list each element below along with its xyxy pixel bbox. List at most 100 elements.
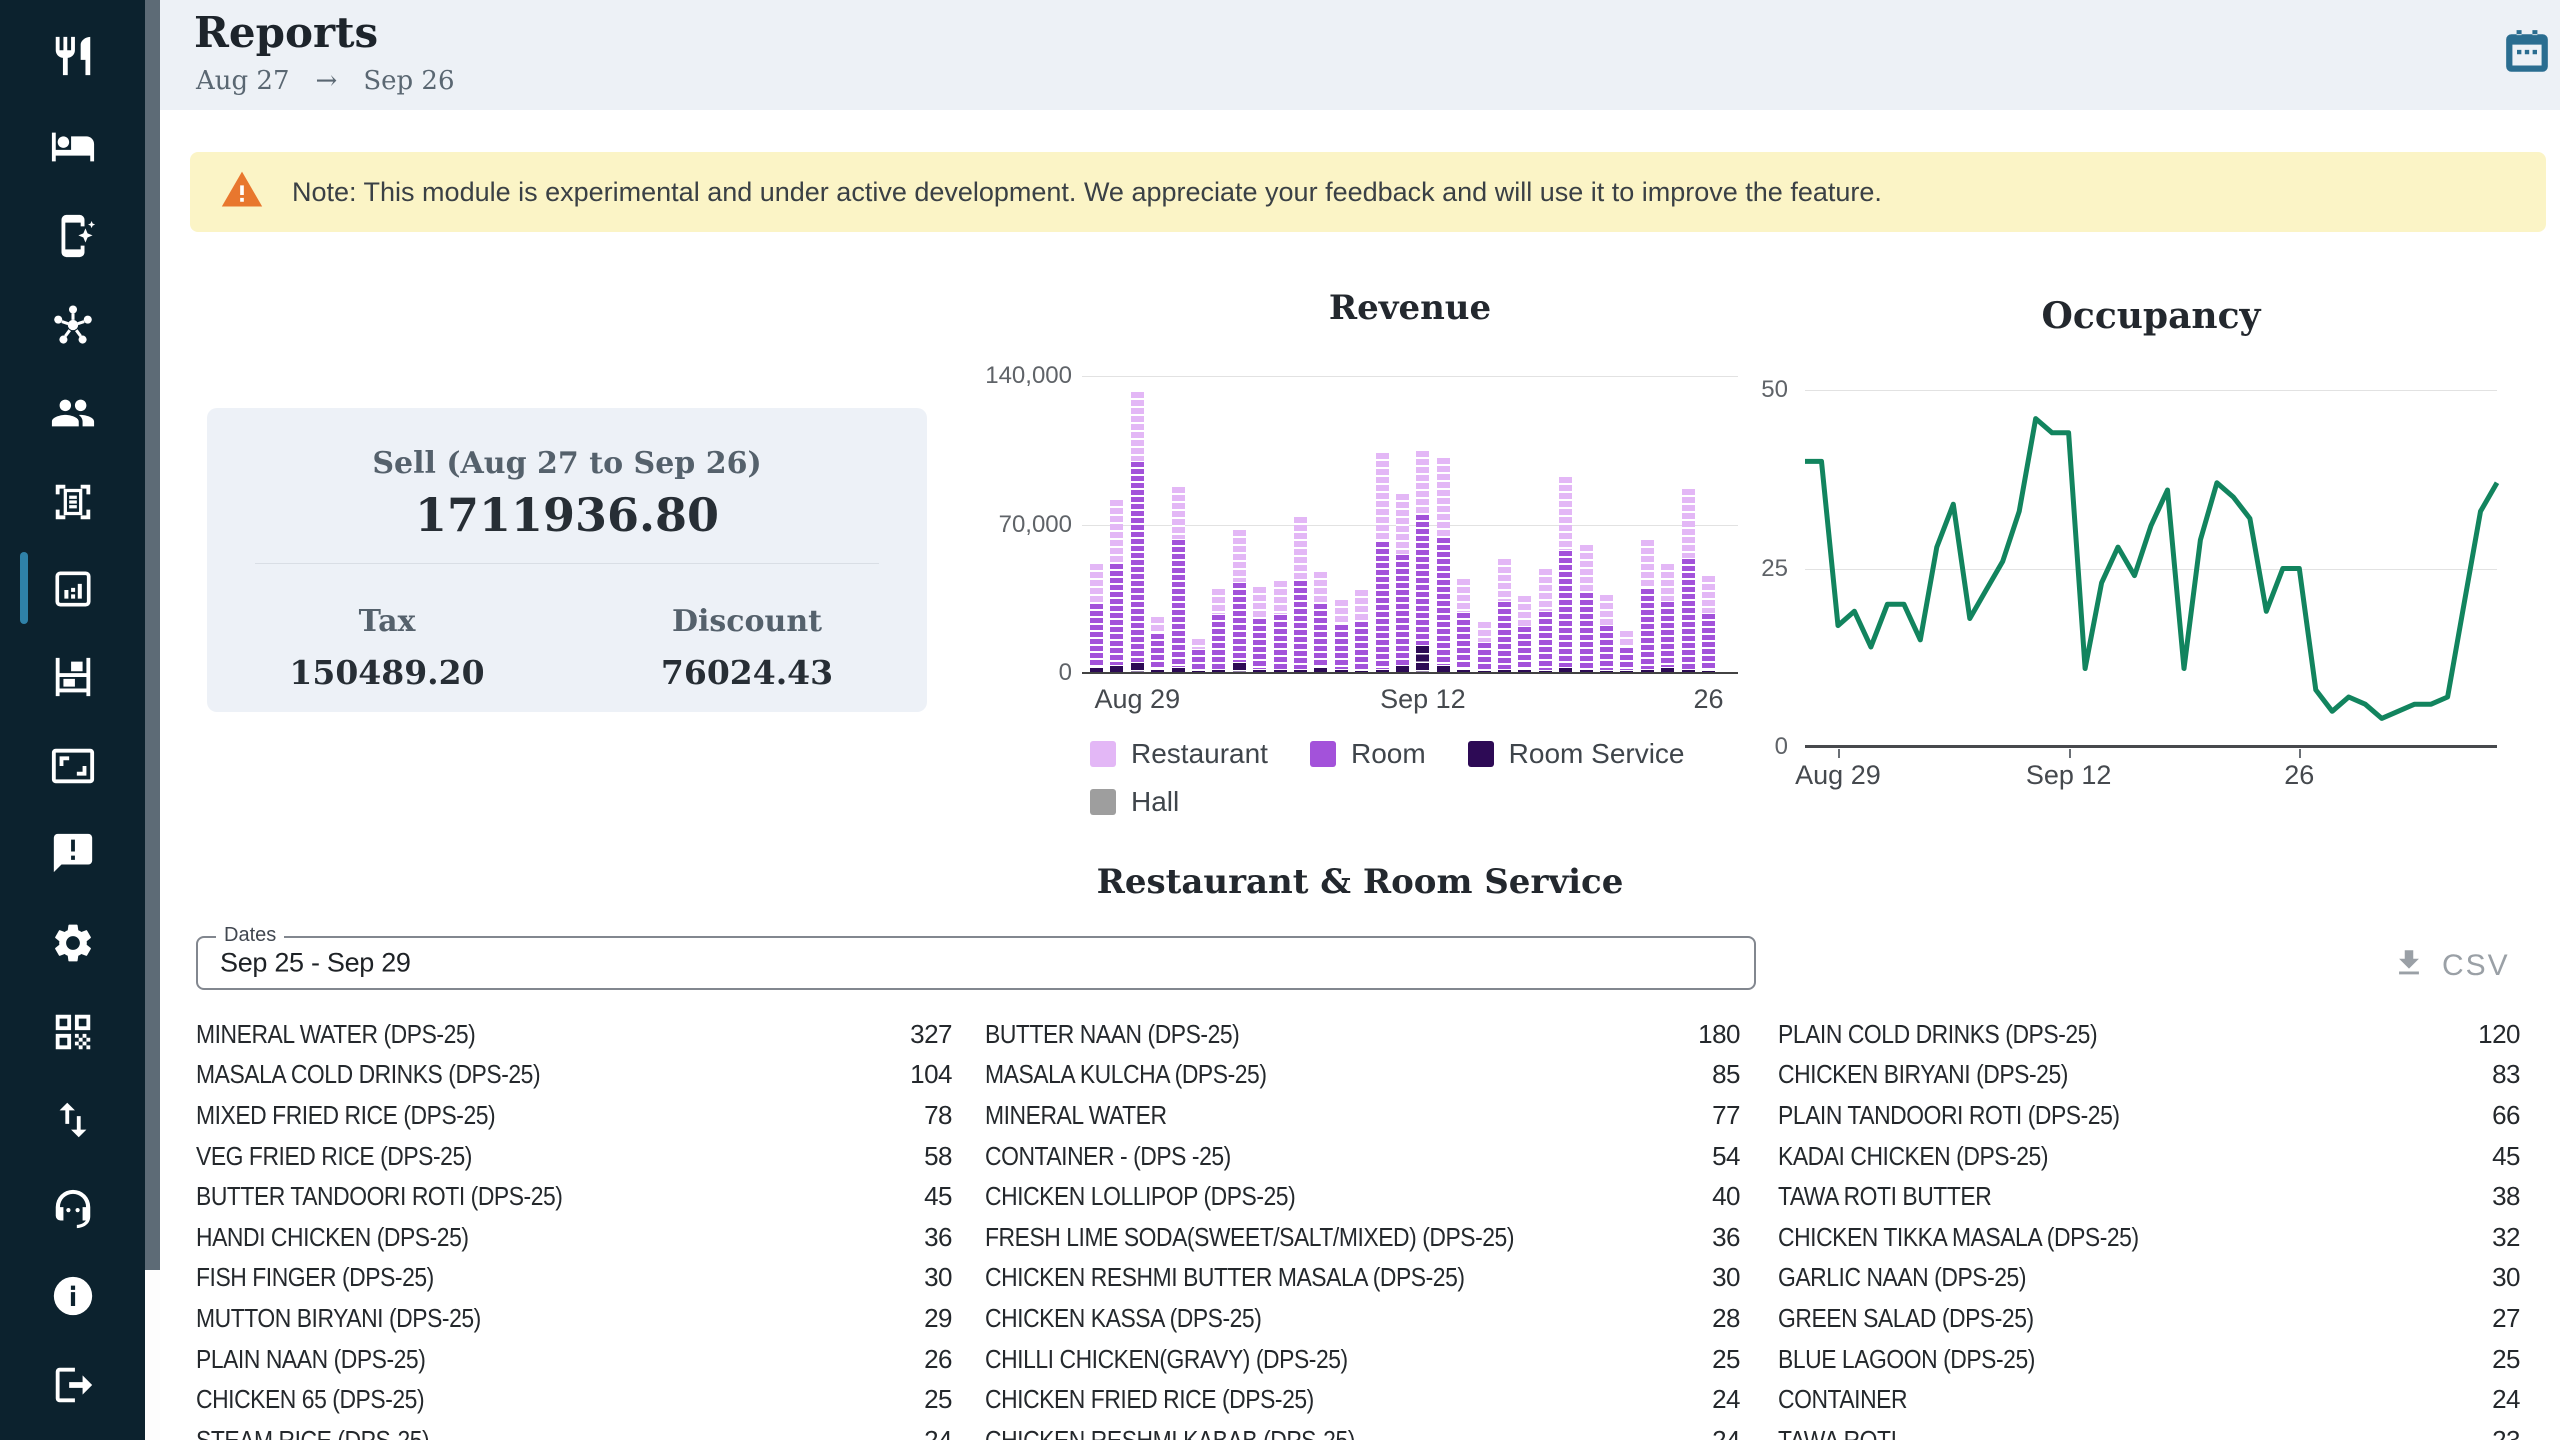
sidebar-item-qr-code[interactable]: [0, 990, 145, 1078]
list-item: CHICKEN 65 (DPS-25)25: [196, 1379, 952, 1420]
legend-item-room-service[interactable]: Room Service: [1468, 734, 1685, 774]
bar-segment-room: [1539, 612, 1552, 670]
bar-segment-restaurant: [1478, 622, 1491, 642]
page-scrollbar-thumb[interactable]: [145, 0, 160, 1270]
y-axis-label: 0: [942, 659, 1072, 687]
list-item: GREEN SALAD (DPS-25)27: [1778, 1298, 2520, 1339]
bar-segment-restaurant: [1314, 572, 1327, 603]
legend-item-restaurant[interactable]: Restaurant: [1090, 734, 1268, 774]
list-item: CONTAINER24: [1778, 1379, 2520, 1420]
sidebar-item-people[interactable]: [0, 371, 145, 459]
item-name: MINERAL WATER: [985, 1100, 1625, 1131]
support-headset-icon: [50, 1186, 96, 1237]
item-name: STEAM RICE (DPS-25): [196, 1425, 837, 1440]
bar-segment-room: [1498, 602, 1511, 669]
list-item: CHICKEN LOLLIPOP (DPS-25)40: [985, 1176, 1740, 1217]
sidebar-item-phone-sparkle[interactable]: [0, 194, 145, 282]
bar-segment-room: [1661, 602, 1674, 667]
page-scrollbar-track[interactable]: [145, 0, 160, 1440]
sidebar-item-aspect-ratio[interactable]: [0, 724, 145, 812]
bar-segment-room: [1620, 648, 1633, 670]
bar-segment-restaurant: [1682, 489, 1695, 558]
legend-item-hall[interactable]: Hall: [1090, 782, 1179, 822]
sidebar-item-hotel-bed[interactable]: [0, 104, 145, 192]
legend-swatch: [1090, 789, 1116, 815]
list-item: MINERAL WATER (DPS-25)327: [196, 1014, 952, 1055]
x-axis-tick: [1838, 749, 1840, 758]
sidebar-item-feedback[interactable]: [0, 811, 145, 899]
discount-value: 76024.43: [567, 653, 927, 692]
sidebar-item-shelves[interactable]: [0, 635, 145, 723]
item-quantity: 120: [2478, 1019, 2520, 1050]
sidebar-item-restaurant[interactable]: [0, 14, 145, 102]
bar-segment-room: [1416, 515, 1429, 646]
bar-segment-room: [1274, 615, 1287, 669]
calendar-icon: [2502, 65, 2552, 82]
revenue-bar: [1702, 575, 1715, 673]
sidebar-item-swap-arrows[interactable]: [0, 1078, 145, 1166]
sidebar-item-info[interactable]: [0, 1254, 145, 1342]
bar-segment-restaurant: [1416, 451, 1429, 514]
revenue-bar: [1580, 544, 1593, 673]
occupancy-chart-title: Occupancy: [1805, 295, 2497, 337]
x-axis-label: Aug 29: [1095, 684, 1181, 715]
item-quantity: 38: [2492, 1181, 2520, 1212]
sidebar-item-hub[interactable]: [0, 283, 145, 371]
x-axis-label: Sep 12: [1380, 684, 1466, 715]
legend-swatch: [1468, 741, 1494, 767]
bar-segment-room: [1314, 604, 1327, 667]
item-quantity: 78: [924, 1100, 952, 1131]
sidebar-item-support-headset[interactable]: [0, 1167, 145, 1255]
item-name: PLAIN COLD DRINKS (DPS-25): [1778, 1019, 2394, 1050]
revenue-bar: [1457, 578, 1470, 673]
list-item: TAWA ROTI BUTTER38: [1778, 1176, 2520, 1217]
calendar-button[interactable]: [2502, 28, 2552, 78]
item-quantity: 104: [910, 1059, 952, 1090]
restaurant-icon: [50, 33, 96, 84]
dates-range-input[interactable]: Dates Sep 25 - Sep 29: [196, 936, 1756, 990]
bar-segment-room: [1396, 555, 1409, 664]
item-quantity: 24: [1712, 1425, 1740, 1440]
revenue-bar: [1274, 580, 1287, 673]
legend-swatch: [1310, 741, 1336, 767]
item-quantity: 45: [2492, 1141, 2520, 1172]
bar-segment-restaurant: [1131, 392, 1144, 461]
item-name: CHICKEN FRIED RICE (DPS-25): [985, 1384, 1625, 1415]
sidebar-item-logout[interactable]: [0, 1343, 145, 1431]
reports-page: Reports Aug 27 → Sep 26 Note: This modul…: [0, 0, 2560, 1440]
bar-segment-restaurant: [1559, 477, 1572, 550]
legend-label: Restaurant: [1131, 738, 1268, 770]
revenue-bar: [1110, 499, 1123, 673]
sell-total-value: 1711936.80: [207, 488, 927, 542]
revenue-bar: [1314, 571, 1327, 673]
item-quantity: 25: [924, 1384, 952, 1415]
bar-segment-restaurant: [1090, 564, 1103, 603]
item-name: MUTTON BIRYANI (DPS-25): [196, 1303, 837, 1334]
list-item: PLAIN TANDOORI ROTI (DPS-25)66: [1778, 1095, 2520, 1136]
bar-segment-room: [1253, 619, 1266, 669]
revenue-legend: Restaurant Room Room Service Hall: [1090, 734, 1750, 822]
download-csv-button[interactable]: CSV: [2392, 946, 2510, 985]
items-column-1: MINERAL WATER (DPS-25)327MASALA COLD DRI…: [196, 1014, 952, 1440]
feedback-icon: [50, 830, 96, 881]
item-quantity: 32: [2492, 1222, 2520, 1253]
bar-segment-room: [1518, 627, 1531, 668]
sidebar-item-settings-gear[interactable]: [0, 901, 145, 989]
sidebar-item-analytics[interactable]: [0, 547, 145, 635]
item-name: BUTTER NAAN (DPS-25): [985, 1019, 1613, 1050]
download-icon: [2392, 946, 2426, 985]
list-item: FRESH LIME SODA(SWEET/SALT/MIXED) (DPS-2…: [985, 1217, 1740, 1258]
header-date-range: Aug 27 → Sep 26: [196, 66, 455, 96]
y-axis-label: 140,000: [942, 362, 1072, 390]
bar-segment-restaurant: [1396, 494, 1409, 555]
x-axis-label: Sep 12: [2026, 760, 2112, 791]
bar-segment-restaurant: [1498, 559, 1511, 600]
list-item: BLUE LAGOON (DPS-25)25: [1778, 1339, 2520, 1380]
item-quantity: 24: [924, 1425, 952, 1440]
sidebar-item-document-scan[interactable]: [0, 460, 145, 548]
list-item: TAWA ROTI23: [1778, 1420, 2520, 1440]
bar-segment-room: [1559, 551, 1572, 667]
legend-item-room[interactable]: Room: [1310, 734, 1426, 774]
item-quantity: 24: [1712, 1384, 1740, 1415]
item-name: FRESH LIME SODA(SWEET/SALT/MIXED) (DPS-2…: [985, 1222, 1625, 1253]
